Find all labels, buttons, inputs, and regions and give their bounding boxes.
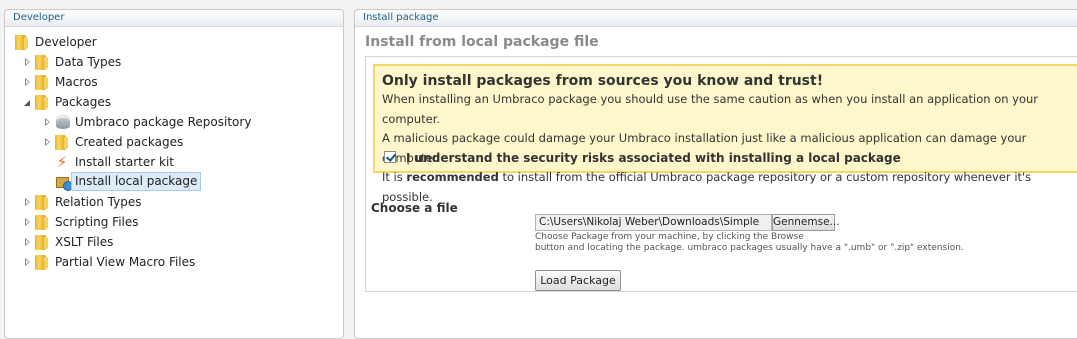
- folder-icon: [15, 32, 31, 52]
- install-package-panel: Install package Install from local packa…: [354, 9, 1077, 339]
- help-line-1: Choose Package from your machine, by cli…: [535, 232, 804, 242]
- folder-icon: [35, 212, 51, 232]
- install-package-header: Install package: [355, 10, 1077, 27]
- tree-item-label: Developer: [35, 35, 97, 49]
- expand-arrow-icon[interactable]: [23, 72, 33, 92]
- load-package-button[interactable]: Load Package: [535, 270, 621, 291]
- accept-risk-checkbox[interactable]: [384, 151, 396, 163]
- folder-icon: [35, 92, 51, 112]
- file-help-text: Choose Package from your machine, by cli…: [535, 232, 1055, 254]
- expand-arrow-icon[interactable]: [23, 192, 33, 212]
- package-install-icon: [55, 174, 73, 191]
- tree-item-label: Relation Types: [55, 195, 142, 209]
- lightning-icon: ⚡: [56, 153, 68, 171]
- security-warning-box: Only install packages from sources you k…: [373, 64, 1077, 204]
- tree-item-label: Install local package: [71, 172, 202, 191]
- tree-item-label: Packages: [55, 95, 111, 109]
- collapse-arrow-icon[interactable]: [23, 92, 33, 112]
- folder-icon: [55, 132, 71, 152]
- warning-line-1: When installing an Umbraco package you s…: [382, 92, 1039, 126]
- folder-icon: [35, 192, 51, 212]
- choose-file-label: Choose a file: [371, 201, 458, 215]
- folder-icon: [35, 232, 51, 252]
- file-path-field[interactable]: C:\Users\Nikolaj Weber\Downloads\Simple: [535, 214, 772, 231]
- section-title: Install from local package file: [365, 34, 599, 50]
- tree-item-label: Install starter kit: [75, 155, 175, 169]
- folder-icon: [35, 252, 51, 272]
- database-icon: [56, 115, 70, 129]
- tree-item-label: Scripting Files: [55, 215, 139, 229]
- expand-arrow-icon[interactable]: [23, 212, 33, 232]
- tree-item-label: XSLT Files: [55, 235, 114, 249]
- tree-item-label: Partial View Macro Files: [55, 255, 196, 269]
- developer-panel: Developer Developer Data Types Macros Pa…: [4, 9, 344, 339]
- warning-recommended: recommended: [406, 170, 499, 184]
- expand-arrow-icon[interactable]: [23, 52, 33, 72]
- tree-item-label: Created packages: [75, 135, 184, 149]
- warning-title: Only install packages from sources you k…: [382, 73, 824, 89]
- expand-arrow-icon[interactable]: [43, 132, 53, 152]
- help-line-2: button and locating the package. umbraco…: [535, 243, 964, 253]
- folder-icon: [35, 52, 51, 72]
- expand-arrow-icon[interactable]: [23, 252, 33, 272]
- expand-arrow-icon[interactable]: [23, 232, 33, 252]
- accept-risk-label[interactable]: I understand the security risks associat…: [406, 150, 901, 166]
- tree-item-label: Umbraco package Repository: [75, 115, 252, 129]
- tree-item-label: Macros: [55, 75, 98, 89]
- developer-panel-header: Developer: [5, 10, 343, 27]
- expand-arrow-icon[interactable]: [43, 112, 53, 132]
- warning-line-3: It is recommended to install from the of…: [382, 168, 1077, 207]
- folder-icon: [35, 72, 51, 92]
- tree-item-label: Data Types: [55, 55, 122, 69]
- warning-line-3-pre: It is: [382, 170, 407, 184]
- install-form: Only install packages from sources you k…: [365, 56, 1077, 292]
- browse-button[interactable]: Gennemse...: [772, 214, 840, 231]
